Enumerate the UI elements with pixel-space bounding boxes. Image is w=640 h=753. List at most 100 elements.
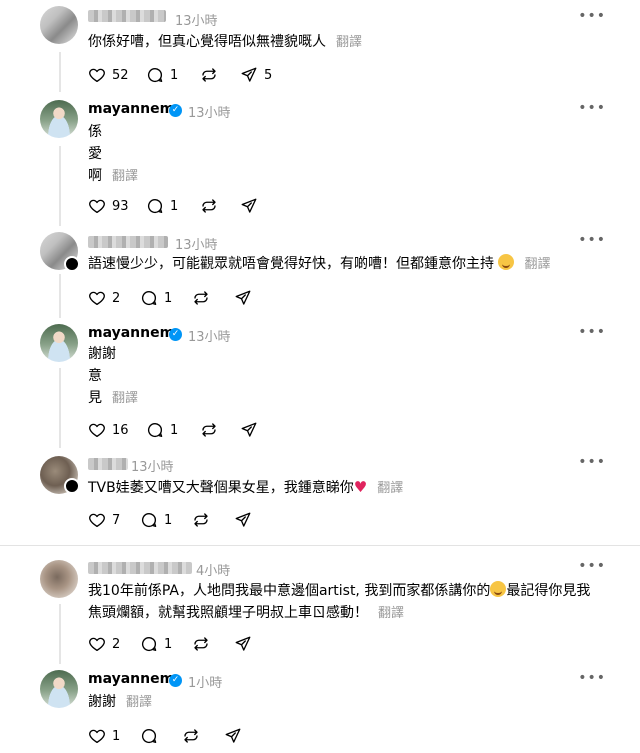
repost-button[interactable] bbox=[200, 65, 218, 85]
thread-line bbox=[59, 604, 61, 664]
avatar[interactable] bbox=[40, 100, 78, 138]
more-dots-icon[interactable]: ••• bbox=[578, 232, 606, 248]
repost-arrows-icon bbox=[192, 635, 210, 653]
more-dots-icon[interactable]: ••• bbox=[578, 454, 606, 470]
repost-arrows-icon bbox=[182, 727, 200, 745]
share-button[interactable] bbox=[240, 196, 258, 216]
comment-button[interactable]: 1 bbox=[146, 420, 178, 440]
avatar[interactable] bbox=[40, 670, 78, 708]
like-button[interactable]: 2 bbox=[88, 288, 120, 308]
more-dots-icon[interactable]: ••• bbox=[578, 558, 606, 574]
username[interactable]: mayannem bbox=[88, 671, 174, 687]
like-button[interactable]: 2 bbox=[88, 634, 120, 654]
post-text: TVB娃萎又嘈又大聲個果女星，我鍾意睇你♥ 翻譯 bbox=[88, 478, 404, 496]
avatar[interactable] bbox=[40, 560, 78, 598]
share-button[interactable] bbox=[234, 288, 252, 308]
comment-button[interactable]: 1 bbox=[140, 510, 172, 530]
repost-button[interactable] bbox=[192, 634, 210, 654]
paper-plane-icon bbox=[234, 511, 252, 529]
reply-badge-icon bbox=[64, 478, 80, 494]
repost-arrows-icon bbox=[192, 289, 210, 307]
like-button[interactable]: 16 bbox=[88, 420, 129, 440]
comment-button[interactable]: 1 bbox=[140, 634, 172, 654]
username-blurred[interactable] bbox=[88, 562, 192, 574]
reply-post: mayannem ✓ 13小時 ••• 係 愛 啊翻譯 93 1 bbox=[0, 92, 640, 222]
username-blurred[interactable] bbox=[88, 458, 128, 470]
comment-button[interactable]: 1 bbox=[146, 65, 178, 85]
share-button[interactable] bbox=[234, 634, 252, 654]
reply-post: 13小時 ••• 你係好嘈，但真心覺得唔似無禮貌嘅人 翻譯 52 1 5 bbox=[0, 0, 640, 92]
comment-bubble-icon bbox=[140, 727, 158, 745]
translate-link[interactable]: 翻譯 bbox=[112, 391, 138, 406]
comment-button[interactable]: 1 bbox=[140, 288, 172, 308]
comment-button[interactable]: 1 bbox=[146, 196, 178, 216]
repost-button[interactable] bbox=[200, 196, 218, 216]
more-dots-icon[interactable]: ••• bbox=[578, 100, 606, 116]
repost-arrows-icon bbox=[192, 511, 210, 529]
more-dots-icon[interactable]: ••• bbox=[578, 670, 606, 686]
heart-outline-icon bbox=[88, 727, 106, 745]
comment-bubble-icon bbox=[140, 289, 158, 307]
comment-bubble-icon bbox=[146, 197, 164, 215]
paper-plane-icon bbox=[240, 197, 258, 215]
repost-arrows-icon bbox=[200, 66, 218, 84]
heart-outline-icon bbox=[88, 421, 106, 439]
translate-link[interactable]: 翻譯 bbox=[378, 606, 404, 621]
heart-outline-icon bbox=[88, 66, 106, 84]
translate-link[interactable]: 翻譯 bbox=[112, 169, 138, 184]
repost-button[interactable] bbox=[200, 420, 218, 440]
translate-link[interactable]: 翻譯 bbox=[336, 35, 362, 50]
like-button[interactable]: 7 bbox=[88, 510, 120, 530]
reply-post: mayannem ✓ 1小時 ••• 謝謝 翻譯 1 bbox=[0, 662, 640, 753]
like-button[interactable]: 1 bbox=[88, 726, 120, 746]
post-text: 我10年前係PA，人地問我最中意邊個artist, 我到而家都係講你的 最記得你見… bbox=[88, 581, 591, 621]
repost-button[interactable] bbox=[192, 510, 210, 530]
heart-outline-icon bbox=[88, 635, 106, 653]
verified-badge-icon: ✓ bbox=[169, 104, 182, 117]
share-button[interactable]: 5 bbox=[240, 65, 272, 85]
translate-link[interactable]: 翻譯 bbox=[524, 257, 550, 272]
reply-post: 13小時 ••• 語速慢少少，可能觀眾就唔會覺得好快，有啲嘈！但都鍾意你主持 翻… bbox=[0, 222, 640, 316]
heart-outline-icon bbox=[88, 197, 106, 215]
reply-post: 13小時 ••• TVB娃萎又嘈又大聲個果女星，我鍾意睇你♥ 翻譯 7 1 bbox=[0, 446, 640, 540]
repost-button[interactable] bbox=[192, 288, 210, 308]
repost-button[interactable] bbox=[182, 726, 200, 746]
translate-link[interactable]: 翻譯 bbox=[126, 695, 152, 710]
post-text: 你係好嘈，但真心覺得唔似無禮貌嘅人 翻譯 bbox=[88, 34, 363, 50]
post-text: 係 愛 啊翻譯 bbox=[88, 124, 139, 184]
reply-post: mayannem ✓ 13小時 ••• 謝謝 意 見翻譯 16 1 bbox=[0, 316, 640, 446]
paper-plane-icon bbox=[224, 727, 242, 745]
share-button[interactable] bbox=[234, 510, 252, 530]
more-dots-icon[interactable]: ••• bbox=[578, 8, 606, 24]
post-time: 4小時 bbox=[196, 564, 231, 579]
post-time: 13小時 bbox=[188, 330, 231, 345]
post-text: 謝謝 翻譯 bbox=[88, 694, 153, 710]
username-blurred[interactable] bbox=[88, 10, 166, 22]
username[interactable]: mayannem bbox=[88, 101, 174, 117]
like-button[interactable]: 52 bbox=[88, 65, 129, 85]
reply-badge-icon bbox=[64, 256, 80, 272]
username-blurred[interactable] bbox=[88, 236, 168, 248]
smiling-hearts-emoji-icon bbox=[490, 581, 507, 597]
post-time: 13小時 bbox=[131, 460, 174, 475]
comment-button[interactable] bbox=[140, 726, 158, 746]
comment-bubble-icon bbox=[146, 66, 164, 84]
more-dots-icon[interactable]: ••• bbox=[578, 324, 606, 340]
paper-plane-icon bbox=[240, 421, 258, 439]
comment-bubble-icon bbox=[140, 635, 158, 653]
share-button[interactable] bbox=[240, 420, 258, 440]
like-button[interactable]: 93 bbox=[88, 196, 129, 216]
translate-link[interactable]: 翻譯 bbox=[377, 481, 403, 496]
post-time: 13小時 bbox=[188, 106, 231, 121]
avatar[interactable] bbox=[40, 6, 78, 44]
red-heart-icon: ♥ bbox=[353, 478, 368, 496]
smiling-hearts-emoji-icon bbox=[498, 254, 515, 270]
username[interactable]: mayannem bbox=[88, 325, 174, 341]
avatar[interactable] bbox=[40, 324, 78, 362]
share-button[interactable] bbox=[224, 726, 242, 746]
heart-outline-icon bbox=[88, 511, 106, 529]
divider bbox=[0, 545, 640, 546]
paper-plane-icon bbox=[234, 289, 252, 307]
repost-arrows-icon bbox=[200, 197, 218, 215]
verified-badge-icon: ✓ bbox=[169, 674, 182, 687]
